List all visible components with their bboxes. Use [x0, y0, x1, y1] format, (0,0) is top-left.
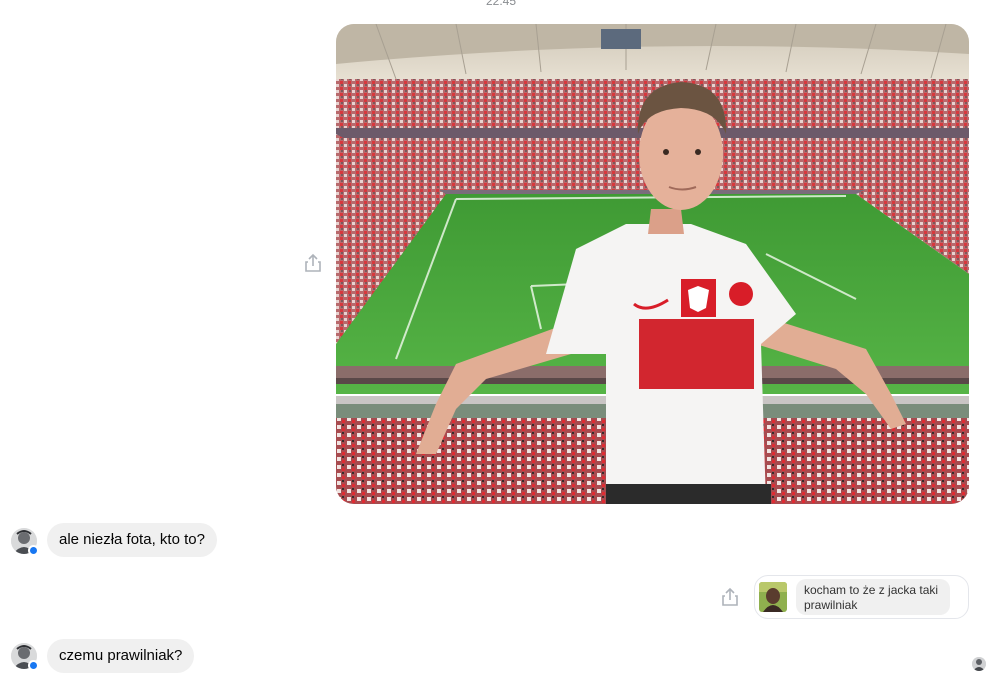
- message-timestamp: 22:45: [485, 0, 517, 8]
- outgoing-reply-card[interactable]: kocham to że z jacka taki prawilniak: [754, 575, 969, 619]
- reply-thumbnail: [759, 582, 787, 612]
- incoming-message-bubble[interactable]: ale niezła fota, kto to?: [47, 523, 217, 557]
- seen-indicator-avatar: [972, 657, 986, 671]
- share-photo-button[interactable]: [302, 252, 324, 274]
- contact-avatar[interactable]: [11, 643, 39, 671]
- reply-message-text: kocham to że z jacka taki prawilniak: [796, 579, 950, 615]
- share-icon: [722, 587, 738, 606]
- conversation-thread: 22:45 ale niezła fota, kto to? kocham to…: [0, 0, 1002, 684]
- incoming-message-bubble[interactable]: czemu prawilniak?: [47, 639, 195, 673]
- messenger-badge-icon: [28, 660, 39, 671]
- contact-avatar[interactable]: [11, 528, 39, 556]
- photo-message[interactable]: [336, 24, 969, 504]
- stadium-photo: [336, 24, 969, 504]
- share-icon: [305, 253, 321, 272]
- share-message-button[interactable]: [719, 586, 741, 608]
- messenger-badge-icon: [28, 545, 39, 556]
